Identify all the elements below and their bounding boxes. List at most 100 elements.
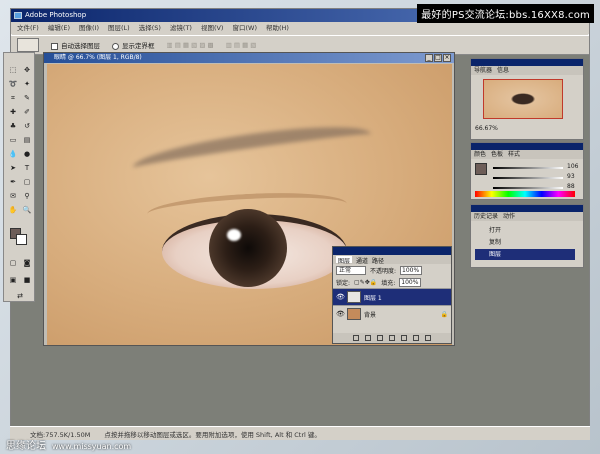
new-set-icon[interactable] xyxy=(389,335,395,341)
green-value[interactable]: 93 xyxy=(567,173,575,180)
history-item[interactable]: 打开 xyxy=(475,225,575,236)
tab-layers[interactable]: 图层 xyxy=(336,256,353,265)
lock-icons[interactable]: ▢✎✥🔒 xyxy=(354,279,377,286)
tab-color[interactable]: 颜色 xyxy=(474,150,486,159)
eyebrow-image xyxy=(130,117,374,185)
quick-mask-icon[interactable]: ◙ xyxy=(21,258,33,268)
magic-wand-tool-icon[interactable]: ✦ xyxy=(21,79,33,89)
pen-tool-icon[interactable]: ✒ xyxy=(7,177,19,187)
hand-tool-icon[interactable]: ✋ xyxy=(7,205,19,215)
menu-layer[interactable]: 图层(L) xyxy=(108,22,130,34)
screen-mode-icon[interactable]: ▣ xyxy=(7,275,19,285)
standard-mode-icon[interactable]: ▢ xyxy=(7,258,19,268)
color-spectrum-bar[interactable] xyxy=(475,191,575,197)
path-select-tool-icon[interactable]: ➤ xyxy=(7,163,19,173)
visibility-eye-icon[interactable]: 👁 xyxy=(336,310,345,318)
layers-panel-titlebar[interactable] xyxy=(333,247,451,255)
blue-value[interactable]: 88 xyxy=(567,183,575,190)
auto-select-option[interactable]: 自动选择图层 xyxy=(51,40,100,50)
tab-channels[interactable]: 通道 xyxy=(356,256,368,265)
maximize-icon[interactable]: □ xyxy=(434,54,442,62)
red-slider[interactable] xyxy=(493,167,563,169)
tab-styles[interactable]: 样式 xyxy=(508,150,520,159)
crop-tool-icon[interactable]: ⌗ xyxy=(7,93,19,103)
menu-edit[interactable]: 编辑(E) xyxy=(48,22,70,34)
marquee-tool-icon[interactable]: ⬚ xyxy=(7,65,19,75)
mask-icon[interactable] xyxy=(377,335,383,341)
tab-actions[interactable]: 动作 xyxy=(503,212,515,221)
layer-name: 背景 xyxy=(364,311,377,319)
blue-slider[interactable] xyxy=(493,187,563,189)
auto-select-checkbox[interactable] xyxy=(51,42,58,50)
eraser-tool-icon[interactable]: ▭ xyxy=(7,135,19,145)
menu-file[interactable]: 文件(F) xyxy=(17,22,39,34)
tab-info[interactable]: 信息 xyxy=(497,66,509,75)
tool-preset-picker[interactable] xyxy=(17,38,39,52)
show-bounds-option[interactable]: 显示定界框 xyxy=(112,40,155,50)
menu-window[interactable]: 窗口(W) xyxy=(232,22,257,34)
menu-filter[interactable]: 滤镜(T) xyxy=(170,22,192,34)
tab-history[interactable]: 历史记录 xyxy=(474,212,498,221)
slice-tool-icon[interactable]: ✎ xyxy=(21,93,33,103)
watermark-url: www.missyuan.com xyxy=(52,442,132,451)
brush-tool-icon[interactable]: ✐ xyxy=(21,107,33,117)
layer-row-layer1[interactable]: 👁 图层 1 xyxy=(333,288,451,305)
minimize-icon[interactable]: _ xyxy=(425,54,433,62)
history-brush-tool-icon[interactable]: ↺ xyxy=(21,121,33,131)
layer-thumbnail xyxy=(347,291,361,303)
lasso-tool-icon[interactable]: ➰ xyxy=(7,79,19,89)
history-item[interactable]: 图层 xyxy=(475,249,575,260)
history-titlebar[interactable] xyxy=(471,205,583,212)
align-buttons-icon[interactable]: ▥ ▤ ▦ ▧ ▨ ▩ xyxy=(167,41,214,49)
navigator-zoom[interactable]: 66.67% xyxy=(475,125,498,132)
blur-tool-icon[interactable]: 💧 xyxy=(7,149,19,159)
menu-select[interactable]: 选择(S) xyxy=(139,22,161,34)
link-icon[interactable] xyxy=(353,335,359,341)
healing-brush-tool-icon[interactable]: ✚ xyxy=(7,107,19,117)
color-swatch[interactable] xyxy=(475,163,487,175)
distribute-buttons-icon[interactable]: ▥ ▤ ▦ ▧ xyxy=(226,41,257,49)
navigator-tabs: 导航器 信息 xyxy=(471,66,583,75)
tab-paths[interactable]: 路径 xyxy=(372,256,384,265)
tab-navigator[interactable]: 导航器 xyxy=(474,66,492,75)
document-title-bar[interactable]: 眼睛 @ 66.7% (图层 1, RGB/8) _ □ × xyxy=(44,53,454,63)
dodge-tool-icon[interactable]: ● xyxy=(21,149,33,159)
navigator-thumbnail[interactable] xyxy=(483,79,563,119)
blend-mode-select[interactable]: 正常 xyxy=(336,265,366,275)
photoshop-app-icon xyxy=(14,12,22,19)
fullscreen-mode-icon[interactable]: ■ xyxy=(21,275,33,285)
history-item[interactable]: 复制 xyxy=(475,237,575,248)
notes-tool-icon[interactable]: ✉ xyxy=(7,191,19,201)
layer-row-background[interactable]: 👁 背景 🔒 xyxy=(333,305,451,322)
clone-stamp-tool-icon[interactable]: ♣ xyxy=(7,121,19,131)
adjustment-icon[interactable] xyxy=(401,335,407,341)
green-slider[interactable] xyxy=(493,177,563,179)
background-color-swatch[interactable] xyxy=(16,234,27,245)
shape-tool-icon[interactable]: ▢ xyxy=(21,177,33,187)
show-bounds-checkbox[interactable] xyxy=(112,42,119,50)
eyedropper-tool-icon[interactable]: ⚲ xyxy=(21,191,33,201)
navigator-panel: 导航器 信息 66.67% xyxy=(470,58,584,140)
layer-style-icon[interactable] xyxy=(365,335,371,341)
visibility-eye-icon[interactable]: 👁 xyxy=(336,293,345,301)
jump-to-imageready-icon[interactable]: ⇄ xyxy=(14,291,26,301)
menu-help[interactable]: 帮助(H) xyxy=(266,22,289,34)
menu-image[interactable]: 图像(I) xyxy=(79,22,99,34)
type-tool-icon[interactable]: T xyxy=(21,163,33,173)
gradient-tool-icon[interactable]: ▤ xyxy=(21,135,33,145)
tab-swatches[interactable]: 色板 xyxy=(491,150,503,159)
navigator-titlebar[interactable] xyxy=(471,59,583,66)
auto-select-label: 自动选择图层 xyxy=(61,42,100,50)
fill-input[interactable]: 100% xyxy=(399,277,422,287)
move-tool-icon[interactable]: ✥ xyxy=(21,65,33,75)
layers-panel: 图层 通道 路径 正常 不透明度: 100% 锁定: ▢✎✥🔒 填充: 100%… xyxy=(332,246,452,344)
new-layer-icon[interactable] xyxy=(413,335,419,341)
menu-view[interactable]: 视图(V) xyxy=(201,22,224,34)
red-value[interactable]: 106 xyxy=(567,163,578,170)
color-titlebar[interactable] xyxy=(471,143,583,150)
opacity-input[interactable]: 100% xyxy=(400,265,423,275)
close-icon[interactable]: × xyxy=(443,54,451,62)
zoom-tool-icon[interactable]: 🔍 xyxy=(21,205,33,215)
fill-label: 填充: xyxy=(381,279,396,287)
trash-icon[interactable] xyxy=(425,335,431,341)
